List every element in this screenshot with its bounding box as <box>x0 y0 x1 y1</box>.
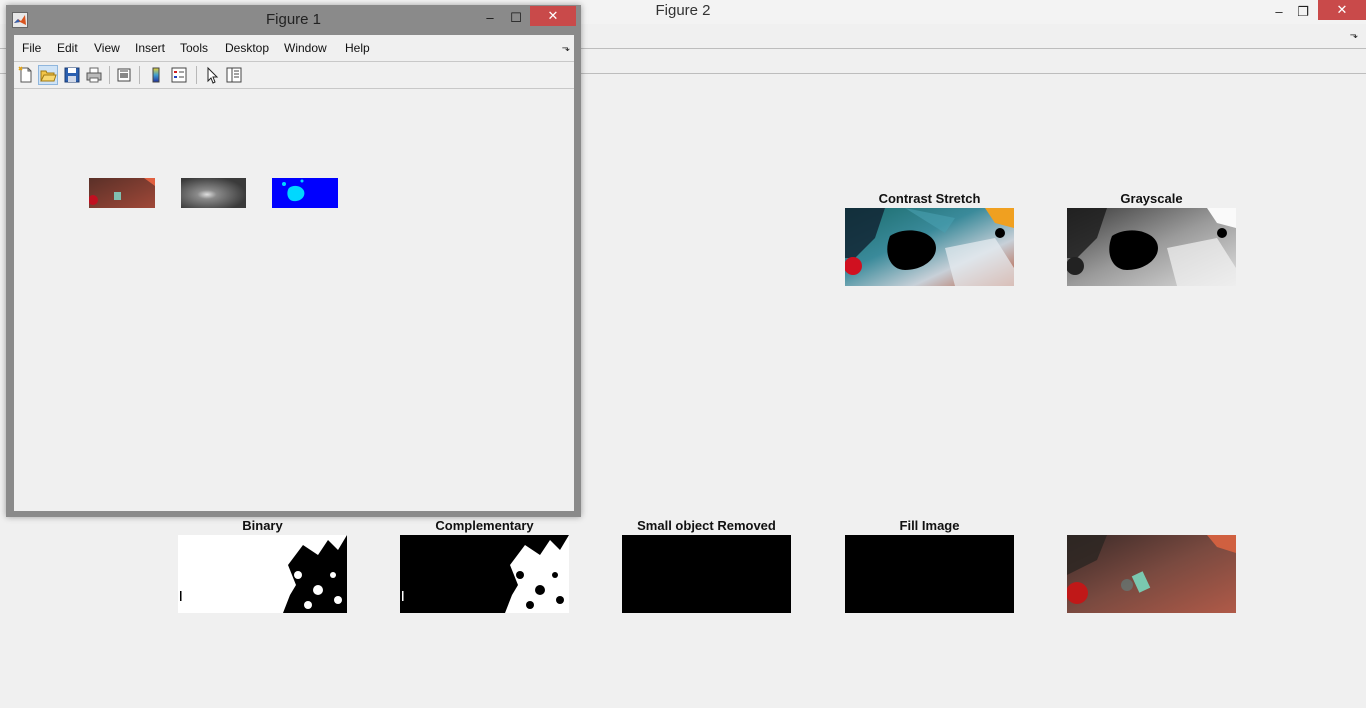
figure1-maximize-button[interactable]: ☐ <box>505 9 527 27</box>
menu-window[interactable]: Window <box>284 41 327 55</box>
axes-title-small-object-removed: Small object Removed <box>637 518 776 533</box>
print-icon[interactable] <box>84 65 104 85</box>
menu-view[interactable]: View <box>94 41 120 55</box>
axes-title-binary: Binary <box>242 518 283 533</box>
figure2-close-button[interactable]: ✕ <box>1318 0 1366 20</box>
axes-title-complementary: Complementary <box>435 518 534 533</box>
menu-edit[interactable]: Edit <box>57 41 78 55</box>
complementary-image <box>400 535 569 613</box>
menu-tools[interactable]: Tools <box>180 41 208 55</box>
colorbar-icon[interactable] <box>146 65 166 85</box>
figure1-toolbar <box>14 62 574 89</box>
new-figure-icon[interactable] <box>16 65 36 85</box>
result-image <box>1067 535 1236 613</box>
figure1-window: Figure 1 – ☐ ✕ File Edit View Insert Too… <box>6 5 581 517</box>
figure1-segmented-thumbnail <box>272 178 338 208</box>
pointer-icon[interactable] <box>202 65 222 85</box>
menu-desktop[interactable]: Desktop <box>225 41 269 55</box>
figure1-original-thumbnail <box>89 178 155 208</box>
axes-title-contrast-stretch: Contrast Stretch <box>878 191 981 206</box>
figure1-menubar: File Edit View Insert Tools Desktop Wind… <box>14 35 574 62</box>
binary-image-graphic <box>178 535 347 613</box>
open-file-icon[interactable] <box>38 65 58 85</box>
menu-help[interactable]: Help <box>345 41 370 55</box>
figure1-menubar-expand-icon[interactable]: ⬎ <box>562 43 570 54</box>
contrast-stretch-image-graphic <box>845 208 1014 286</box>
binary-image <box>178 535 347 613</box>
toolbar-separator <box>196 66 197 84</box>
figure1-grayscale-thumbnail <box>181 178 246 208</box>
grayscale-image <box>1067 208 1236 286</box>
fill-image <box>845 535 1014 613</box>
menu-insert[interactable]: Insert <box>135 41 165 55</box>
figure1-close-button[interactable]: ✕ <box>530 6 576 26</box>
toolbar-separator <box>109 66 110 84</box>
legend-icon[interactable] <box>169 65 189 85</box>
menu-file[interactable]: File <box>22 41 41 55</box>
figure2-restore-button[interactable]: ❐ <box>1292 2 1314 22</box>
toolbar-separator <box>139 66 140 84</box>
figure2-menubar-expand-icon[interactable]: ⬎ <box>1350 30 1358 41</box>
contrast-stretch-image <box>845 208 1014 286</box>
complementary-image-graphic <box>400 535 569 613</box>
property-inspector-icon[interactable] <box>224 65 244 85</box>
figure1-minimize-button[interactable]: – <box>479 9 501 27</box>
grayscale-image-graphic <box>1067 208 1236 286</box>
axes-title-grayscale: Grayscale <box>1120 191 1183 206</box>
print-preview-icon[interactable] <box>114 65 134 85</box>
figure1-titlebar[interactable]: Figure 1 – ☐ ✕ <box>6 5 581 35</box>
axes-title-fill-image: Fill Image <box>899 518 960 533</box>
result-image-graphic <box>1067 535 1236 613</box>
small-object-removed-image <box>622 535 791 613</box>
figure2-minimize-button[interactable]: – <box>1268 2 1290 22</box>
save-icon[interactable] <box>62 65 82 85</box>
figure1-client-area: File Edit View Insert Tools Desktop Wind… <box>14 35 574 511</box>
